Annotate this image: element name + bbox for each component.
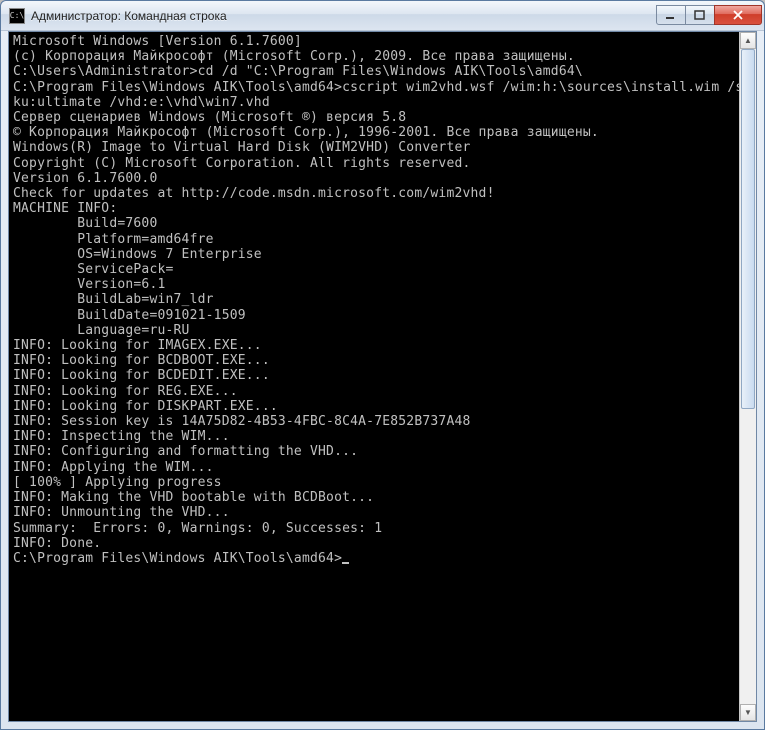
terminal-line: OS=Windows 7 Enterprise bbox=[13, 247, 735, 262]
terminal-line: ServicePack= bbox=[13, 262, 735, 277]
terminal-line: BuildLab=win7_ldr bbox=[13, 292, 735, 307]
cmd-window: C:\ Администратор: Командная строка Micr… bbox=[0, 0, 765, 730]
terminal-line: C:\Program Files\Windows AIK\Tools\amd64… bbox=[13, 80, 735, 95]
vertical-scrollbar[interactable]: ▲ ▼ bbox=[739, 32, 756, 721]
terminal-line: C:\Users\Administrator>cd /d "C:\Program… bbox=[13, 64, 735, 79]
terminal-line: INFO: Unmounting the VHD... bbox=[13, 505, 735, 520]
terminal-line: Version 6.1.7600.0 bbox=[13, 171, 735, 186]
maximize-icon bbox=[694, 10, 706, 20]
terminal-line: BuildDate=091021-1509 bbox=[13, 308, 735, 323]
close-icon bbox=[732, 10, 744, 20]
terminal-line: Version=6.1 bbox=[13, 277, 735, 292]
terminal-line: INFO: Applying the WIM... bbox=[13, 460, 735, 475]
terminal-output[interactable]: Microsoft Windows [Version 6.1.7600](c) … bbox=[9, 32, 739, 721]
maximize-button[interactable] bbox=[685, 5, 715, 25]
terminal-line: MACHINE INFO: bbox=[13, 201, 735, 216]
close-button[interactable] bbox=[714, 5, 762, 25]
terminal-line: INFO: Inspecting the WIM... bbox=[13, 429, 735, 444]
terminal-line: INFO: Looking for REG.EXE... bbox=[13, 384, 735, 399]
titlebar[interactable]: C:\ Администратор: Командная строка bbox=[1, 1, 764, 31]
terminal-line: INFO: Done. bbox=[13, 536, 735, 551]
terminal-line: INFO: Session key is 14A75D82-4B53-4FBC-… bbox=[13, 414, 735, 429]
terminal-line: INFO: Configuring and formatting the VHD… bbox=[13, 444, 735, 459]
terminal-line: Сервер сценариев Windows (Microsoft ®) в… bbox=[13, 110, 735, 125]
window-title: Администратор: Командная строка bbox=[31, 9, 657, 23]
content-frame: Microsoft Windows [Version 6.1.7600](c) … bbox=[8, 31, 757, 722]
cursor bbox=[342, 562, 349, 564]
terminal-line: Language=ru-RU bbox=[13, 323, 735, 338]
scroll-down-button[interactable]: ▼ bbox=[740, 704, 756, 721]
terminal-line: Summary: Errors: 0, Warnings: 0, Success… bbox=[13, 521, 735, 536]
terminal-line: INFO: Looking for BCDEDIT.EXE... bbox=[13, 368, 735, 383]
terminal-line: Copyright (C) Microsoft Corporation. All… bbox=[13, 156, 735, 171]
terminal-line: INFO: Looking for IMAGEX.EXE... bbox=[13, 338, 735, 353]
terminal-line: Windows(R) Image to Virtual Hard Disk (W… bbox=[13, 140, 735, 155]
scroll-track[interactable] bbox=[740, 49, 756, 704]
terminal-line: (c) Корпорация Майкрософт (Microsoft Cor… bbox=[13, 49, 735, 64]
minimize-button[interactable] bbox=[656, 5, 686, 25]
window-controls bbox=[657, 5, 762, 27]
terminal-line: C:\Program Files\Windows AIK\Tools\amd64… bbox=[13, 551, 735, 566]
terminal-line: INFO: Looking for BCDBOOT.EXE... bbox=[13, 353, 735, 368]
terminal-line: Microsoft Windows [Version 6.1.7600] bbox=[13, 34, 735, 49]
terminal-line: INFO: Looking for DISKPART.EXE... bbox=[13, 399, 735, 414]
app-icon: C:\ bbox=[9, 8, 25, 24]
terminal-line: Platform=amd64fre bbox=[13, 232, 735, 247]
terminal-line: INFO: Making the VHD bootable with BCDBo… bbox=[13, 490, 735, 505]
terminal-line: [ 100% ] Applying progress bbox=[13, 475, 735, 490]
terminal-line: © Корпорация Майкрософт (Microsoft Corp.… bbox=[13, 125, 735, 140]
terminal-line: Check for updates at http://code.msdn.mi… bbox=[13, 186, 735, 201]
terminal-line: ku:ultimate /vhd:e:\vhd\win7.vhd bbox=[13, 95, 735, 110]
scroll-thumb[interactable] bbox=[741, 49, 755, 409]
scroll-up-button[interactable]: ▲ bbox=[740, 32, 756, 49]
minimize-icon bbox=[665, 10, 677, 20]
terminal-line: Build=7600 bbox=[13, 216, 735, 231]
